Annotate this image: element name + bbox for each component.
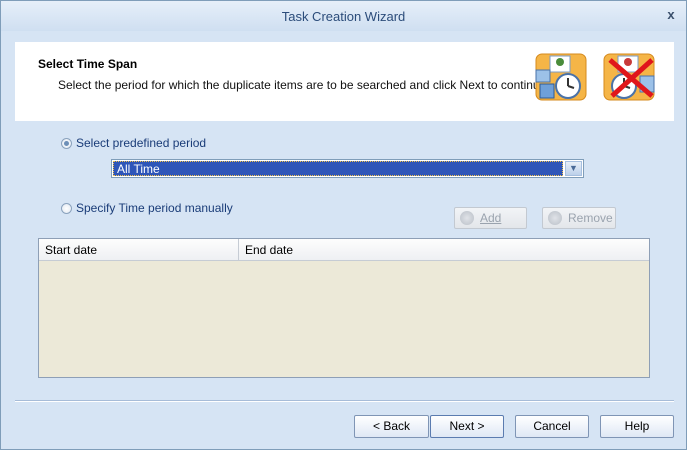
- page-subtitle: Select the period for which the duplicat…: [58, 78, 550, 92]
- schedule-duplicates-icon: [535, 53, 587, 101]
- column-header-start-date[interactable]: Start date: [39, 239, 239, 261]
- predefined-period-option[interactable]: Select predefined period: [61, 136, 206, 150]
- title-bar: Task Creation Wizard x: [1, 1, 686, 31]
- manual-period-label: Specify Time period manually: [76, 201, 233, 215]
- next-button[interactable]: Next >: [430, 415, 504, 438]
- time-period-table[interactable]: Start date End date: [38, 238, 650, 378]
- manual-period-radio[interactable]: [61, 202, 72, 214]
- wizard-header: Select Time Span Select the period for w…: [15, 42, 674, 121]
- delete-duplicates-icon: [603, 53, 655, 101]
- add-icon: [460, 211, 474, 225]
- cancel-button[interactable]: Cancel: [515, 415, 589, 438]
- close-button[interactable]: x: [664, 8, 678, 22]
- manual-period-option[interactable]: Specify Time period manually: [61, 201, 233, 215]
- predefined-period-label: Select predefined period: [76, 136, 207, 150]
- period-select-value: All Time: [113, 161, 563, 176]
- add-button[interactable]: Add: [454, 207, 527, 229]
- help-button[interactable]: Help: [600, 415, 674, 438]
- back-button[interactable]: < Back: [354, 415, 429, 438]
- wizard-window: Task Creation Wizard x Select Time Span …: [0, 0, 687, 450]
- remove-button[interactable]: Remove: [542, 207, 616, 229]
- period-select[interactable]: All Time ▼: [111, 159, 584, 178]
- predefined-period-radio[interactable]: [61, 137, 72, 149]
- remove-button-label: Remove: [568, 211, 613, 225]
- add-button-label: Add: [480, 211, 502, 225]
- window-title: Task Creation Wizard: [281, 9, 406, 24]
- column-header-end-date[interactable]: End date: [239, 239, 648, 261]
- table-header: Start date End date: [39, 239, 649, 261]
- page-title: Select Time Span: [38, 57, 138, 71]
- chevron-down-icon[interactable]: ▼: [565, 161, 582, 176]
- footer-divider: [15, 400, 674, 402]
- remove-icon: [548, 211, 562, 225]
